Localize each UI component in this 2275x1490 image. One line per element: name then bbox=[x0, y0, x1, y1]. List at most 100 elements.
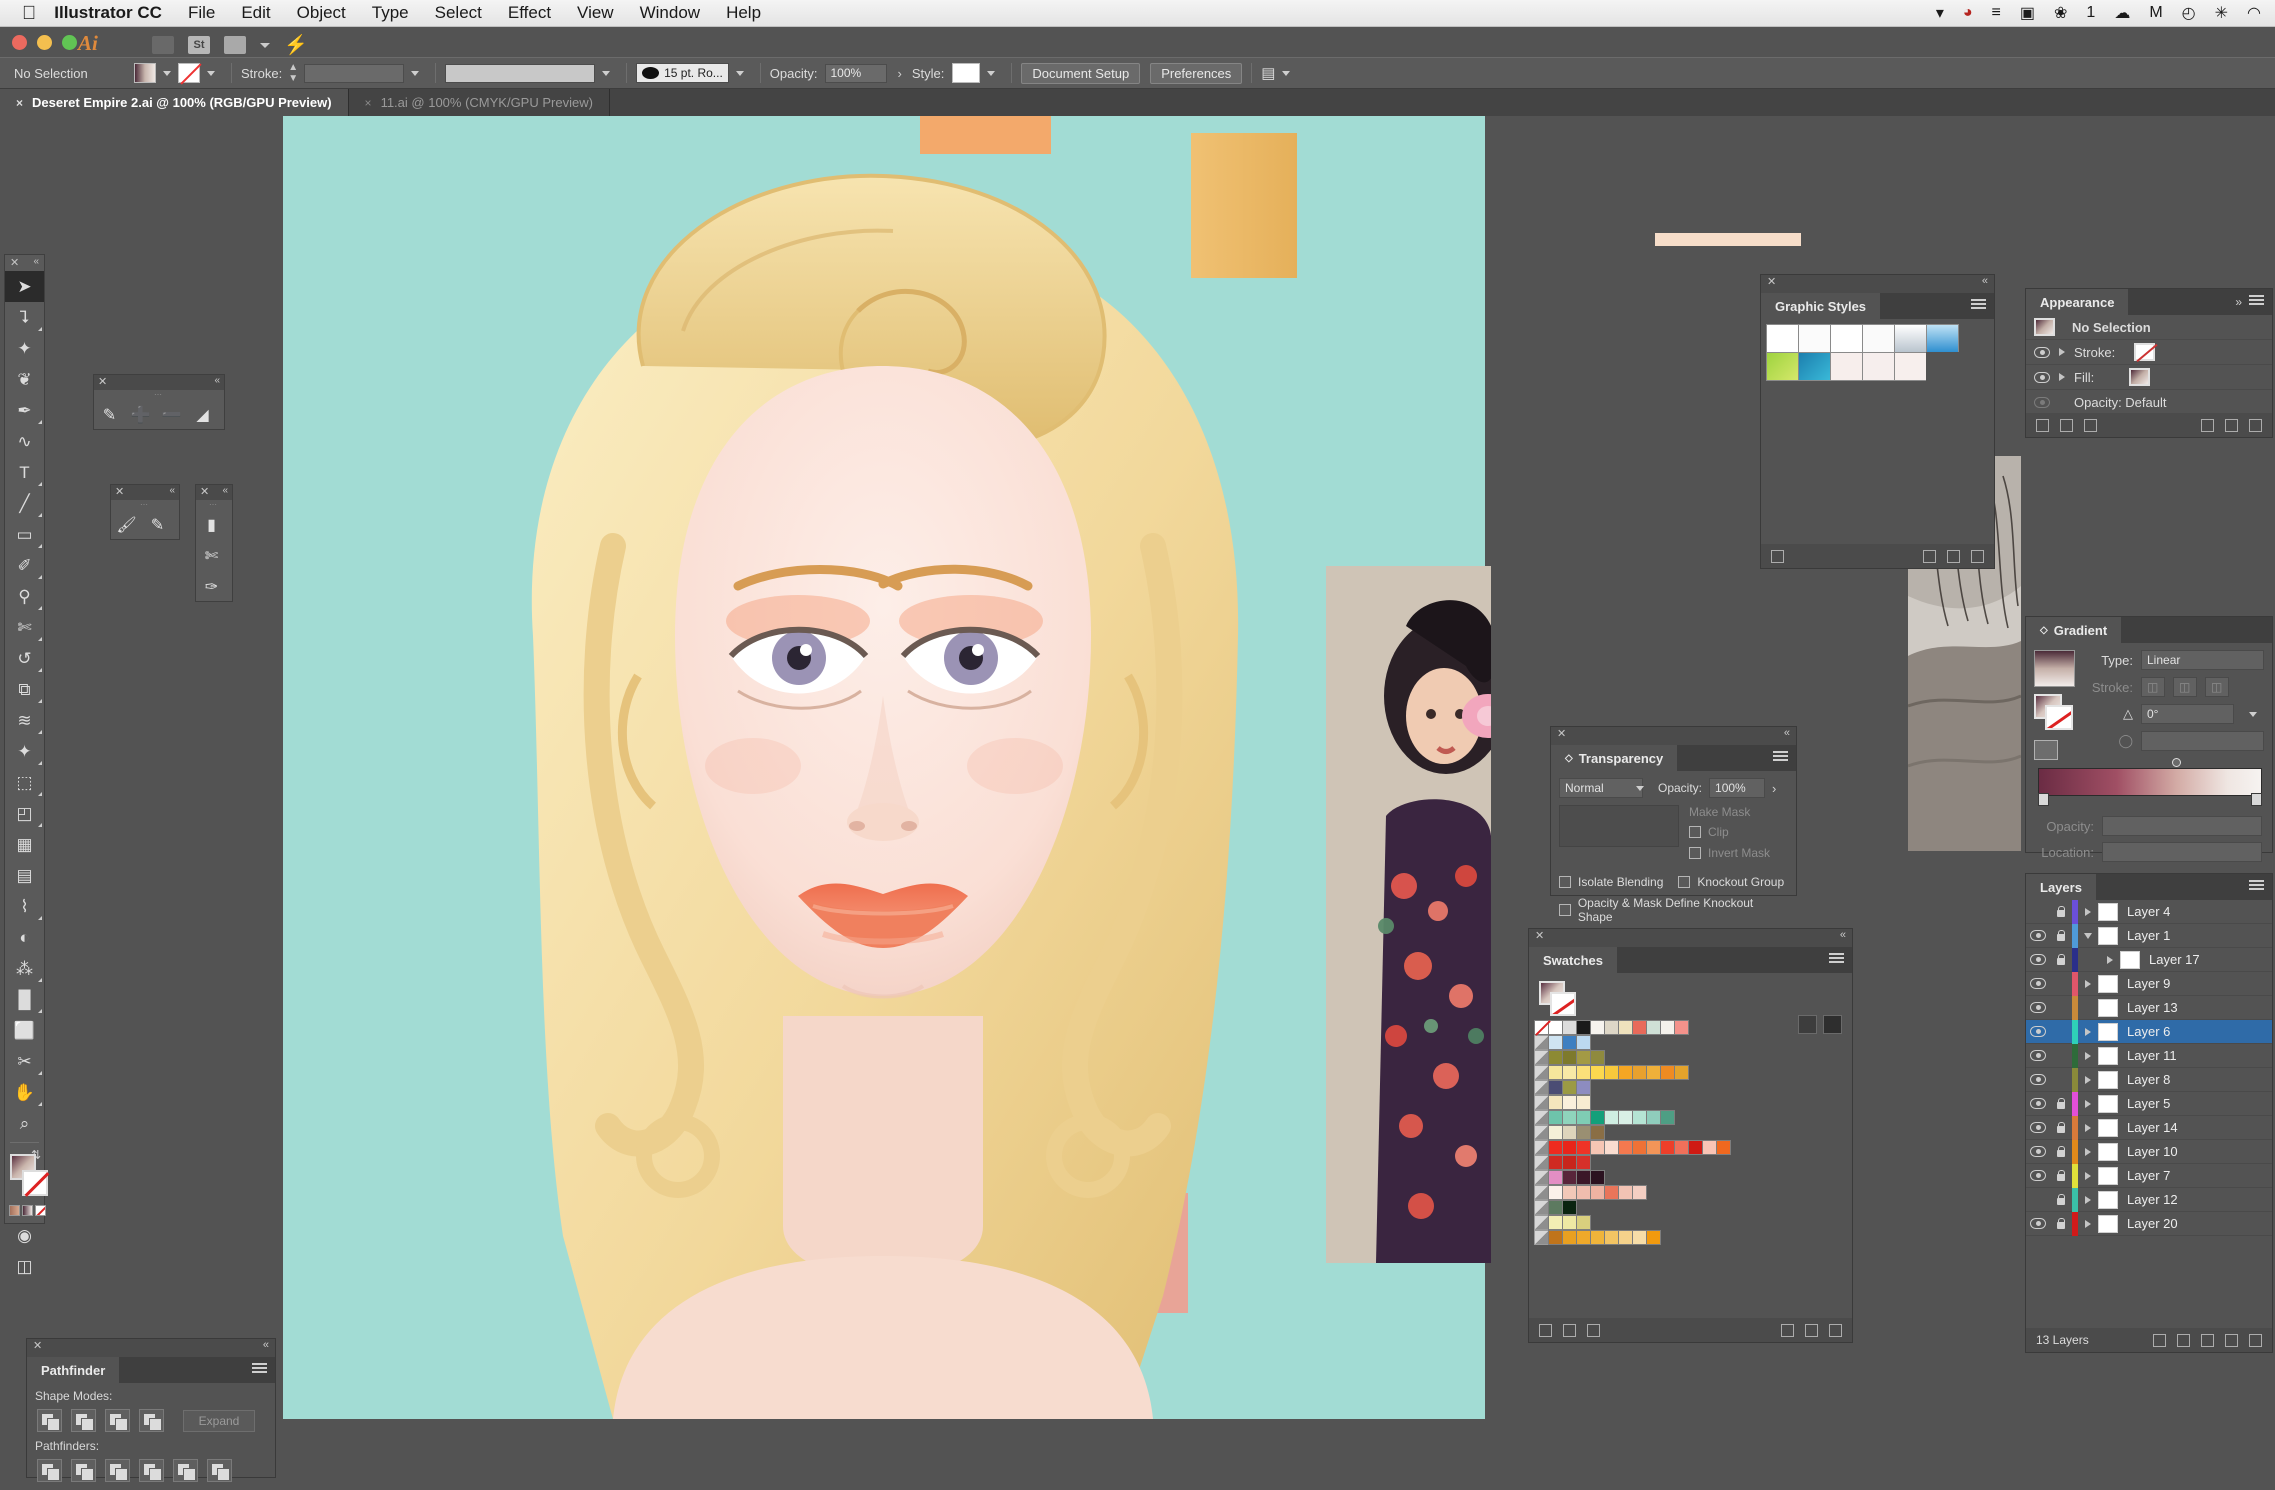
knockout-shape-checkbox[interactable] bbox=[1559, 904, 1571, 916]
layer-visibility-toggle[interactable] bbox=[2026, 954, 2049, 965]
rotate-tool[interactable]: ↺ bbox=[5, 643, 44, 674]
color-swatch[interactable] bbox=[1576, 1020, 1591, 1035]
invert-mask-checkbox[interactable] bbox=[1689, 847, 1701, 859]
shaper-tool[interactable]: ⚲ bbox=[5, 581, 44, 612]
color-swatch-icon[interactable] bbox=[9, 1205, 20, 1216]
delete-swatch-icon[interactable] bbox=[1829, 1323, 1842, 1337]
panel-menu-icon[interactable] bbox=[2249, 295, 2264, 308]
color-group-icon[interactable] bbox=[1534, 1215, 1549, 1230]
layer-expand-toggle[interactable] bbox=[2078, 979, 2098, 988]
knockout-group-checkbox[interactable] bbox=[1678, 876, 1691, 888]
layer-lock-toggle[interactable] bbox=[2049, 1193, 2072, 1206]
gradient-angle-value[interactable]: 0° bbox=[2141, 704, 2234, 724]
gradient-tool[interactable]: ▤ bbox=[5, 860, 44, 891]
color-swatch[interactable] bbox=[1562, 1020, 1577, 1035]
color-swatch[interactable] bbox=[1562, 1080, 1577, 1095]
layer-lock-toggle[interactable] bbox=[2049, 1097, 2072, 1110]
timemachine-icon[interactable]: ◴ bbox=[2182, 3, 2196, 23]
menu-window[interactable]: Window bbox=[640, 3, 700, 23]
layer-row[interactable]: Layer 9 bbox=[2026, 971, 2272, 996]
color-swatch[interactable] bbox=[1632, 1140, 1647, 1155]
add-new-fill-icon[interactable] bbox=[2060, 418, 2073, 432]
visibility-eye-icon[interactable] bbox=[2034, 346, 2050, 358]
cloud-icon[interactable]: ☁ bbox=[2114, 3, 2130, 23]
close-icon[interactable]: ✕ bbox=[1767, 275, 1776, 288]
swatches-stroke-swatch[interactable] bbox=[1550, 992, 1576, 1016]
color-swatch[interactable] bbox=[1618, 1230, 1633, 1245]
panel-menu-icon[interactable] bbox=[1829, 953, 1844, 966]
new-graphic-style-icon[interactable] bbox=[1947, 549, 1960, 563]
graphic-style-swatch[interactable] bbox=[1862, 352, 1895, 381]
drag-grip[interactable]: ⋯ bbox=[196, 500, 232, 509]
add-anchor-point-tool-icon[interactable]: ➕ bbox=[125, 399, 156, 430]
crop-icon[interactable] bbox=[139, 1459, 164, 1482]
color-swatch[interactable] bbox=[1562, 1200, 1577, 1215]
chevron-right-icon[interactable] bbox=[2059, 373, 2065, 381]
none-swatch-icon[interactable] bbox=[35, 1205, 46, 1216]
layer-visibility-toggle[interactable] bbox=[2026, 1122, 2049, 1133]
collapse-icon[interactable]: « bbox=[263, 1339, 269, 1351]
tab-swatches[interactable]: Swatches bbox=[1529, 947, 1617, 973]
color-swatch[interactable] bbox=[1548, 1155, 1563, 1170]
trim-icon[interactable] bbox=[71, 1459, 96, 1482]
unite-icon[interactable] bbox=[37, 1409, 62, 1432]
collapse-icon[interactable]: « bbox=[214, 375, 220, 386]
color-swatch[interactable] bbox=[1562, 1065, 1577, 1080]
divide-icon[interactable] bbox=[37, 1459, 62, 1482]
graphic-styles-libraries-icon[interactable] bbox=[1771, 549, 1784, 563]
transparency-panel[interactable]: ✕ « ◇ Transparency Normal Opacity: 100% … bbox=[1550, 726, 1797, 924]
panel-menu-icon[interactable] bbox=[1971, 299, 1986, 312]
stroke-weight-chevron-down-icon[interactable] bbox=[411, 70, 420, 76]
color-swatch[interactable] bbox=[1632, 1230, 1647, 1245]
color-swatch[interactable] bbox=[1548, 1230, 1563, 1245]
color-swatch[interactable] bbox=[1576, 1080, 1591, 1095]
paintbrush-tool[interactable]: ✐ bbox=[5, 550, 44, 581]
clear-appearance-icon[interactable] bbox=[2201, 418, 2214, 432]
stroke-weight-field[interactable] bbox=[304, 63, 405, 83]
layer-expand-toggle[interactable] bbox=[2078, 907, 2098, 916]
layer-row[interactable]: Layer 6 bbox=[2026, 1019, 2272, 1044]
close-icon[interactable]: ✕ bbox=[1535, 929, 1544, 942]
layer-lock-toggle[interactable] bbox=[2049, 1217, 2072, 1230]
color-swatch[interactable] bbox=[1548, 1080, 1563, 1095]
angle-chevron-down-icon[interactable] bbox=[2249, 711, 2257, 717]
minus-back-icon[interactable] bbox=[207, 1459, 232, 1482]
blob-brush-tool-icon[interactable]: ✎ bbox=[142, 509, 173, 540]
add-new-effect-icon[interactable] bbox=[2084, 418, 2097, 432]
color-swatch[interactable] bbox=[1576, 1185, 1591, 1200]
color-swatch[interactable] bbox=[1548, 1110, 1563, 1125]
color-swatch[interactable] bbox=[1674, 1020, 1689, 1035]
color-swatch[interactable] bbox=[1576, 1170, 1591, 1185]
style-chevron-down-icon[interactable] bbox=[987, 70, 996, 76]
document-tab-inactive[interactable]: × 11.ai @ 100% (CMYK/GPU Preview) bbox=[348, 89, 610, 116]
drawing-mode-icon[interactable]: ◉ bbox=[5, 1220, 44, 1251]
color-swatch[interactable] bbox=[1548, 1125, 1563, 1140]
gradient-stop-end[interactable] bbox=[2251, 793, 2262, 806]
stroke-color-swatch[interactable] bbox=[178, 63, 200, 83]
color-group-icon[interactable] bbox=[1534, 1050, 1549, 1065]
color-group-icon[interactable] bbox=[1534, 1065, 1549, 1080]
pen-tool-palette[interactable]: ✕ « ⋯ ✎ ➕ ➖ ◢ bbox=[93, 374, 225, 430]
layer-row[interactable]: Layer 13 bbox=[2026, 995, 2272, 1020]
list-view-icon[interactable] bbox=[1798, 1015, 1817, 1034]
graphic-style-swatch[interactable] bbox=[1894, 352, 1927, 381]
pathfinder-panel[interactable]: ✕ « Pathfinder Shape Modes: Expand Pathf… bbox=[26, 1338, 276, 1482]
close-icon[interactable]: × bbox=[16, 96, 23, 110]
color-swatch[interactable] bbox=[1562, 1035, 1577, 1050]
layer-expand-toggle[interactable] bbox=[2100, 955, 2120, 964]
make-clipping-mask-icon[interactable] bbox=[2177, 1333, 2190, 1347]
delete-layer-icon[interactable] bbox=[2249, 1333, 2262, 1347]
outline-icon[interactable] bbox=[173, 1459, 198, 1482]
layer-row[interactable]: Layer 4 bbox=[2026, 899, 2272, 924]
shape-builder-tool[interactable]: ⬚ bbox=[5, 767, 44, 798]
close-window-button[interactable] bbox=[12, 35, 27, 50]
opacity-expand-icon[interactable]: › bbox=[897, 66, 901, 81]
lasso-tool[interactable]: ❦ bbox=[5, 364, 44, 395]
color-swatch[interactable] bbox=[1576, 1230, 1591, 1245]
fill-color-swatch[interactable] bbox=[134, 63, 156, 83]
color-swatch[interactable] bbox=[1590, 1185, 1605, 1200]
color-group-icon[interactable] bbox=[1534, 1170, 1549, 1185]
show-swatch-kinds-icon[interactable] bbox=[1563, 1323, 1576, 1337]
layer-expand-toggle[interactable] bbox=[2078, 1219, 2098, 1228]
arrange-documents-icon[interactable] bbox=[152, 36, 174, 54]
